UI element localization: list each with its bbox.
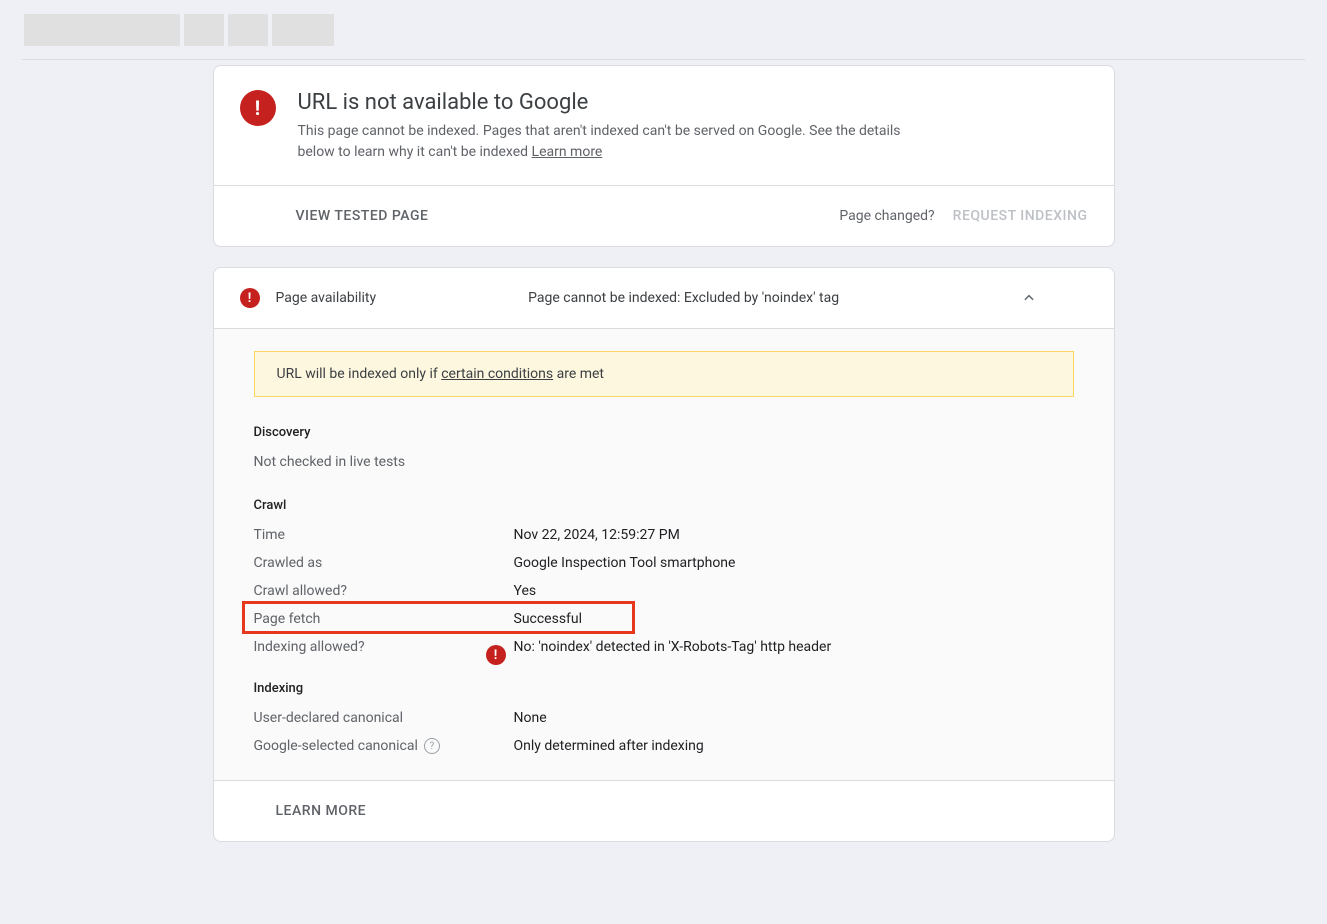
page-availability-label: Page availability xyxy=(276,290,377,306)
page-fetch-value: Successful xyxy=(514,611,583,627)
row-google-canonical: Google-selected canonical ? Only determi… xyxy=(254,738,1074,754)
crawled-as-key: Crawled as xyxy=(254,555,514,571)
time-value: Nov 22, 2024, 12:59:27 PM xyxy=(514,527,680,543)
certain-conditions-link[interactable]: certain conditions xyxy=(441,366,553,382)
top-placeholder xyxy=(24,14,1327,46)
banner-prefix: URL will be indexed only if xyxy=(277,366,442,382)
google-canonical-key: Google-selected canonical ? xyxy=(254,738,514,754)
crawled-as-value: Google Inspection Tool smartphone xyxy=(514,555,736,571)
user-canonical-key: User-declared canonical xyxy=(254,710,514,726)
top-divider xyxy=(22,59,1305,60)
help-icon[interactable]: ? xyxy=(424,738,440,754)
status-card: ! URL is not available to Google This pa… xyxy=(213,65,1115,247)
status-description: This page cannot be indexed. Pages that … xyxy=(298,121,918,163)
page-availability-value: Page cannot be indexed: Excluded by 'noi… xyxy=(528,290,839,306)
crawl-allowed-key: Crawl allowed? xyxy=(254,583,514,599)
view-tested-page-button[interactable]: VIEW TESTED PAGE xyxy=(296,208,429,224)
status-title: URL is not available to Google xyxy=(298,90,918,115)
page-fetch-key: Page fetch xyxy=(254,611,514,627)
row-indexing-allowed: Indexing allowed? ! No: 'noindex' detect… xyxy=(254,639,1074,655)
row-user-canonical: User-declared canonical None xyxy=(254,710,1074,726)
google-canonical-key-text: Google-selected canonical xyxy=(254,738,418,754)
indexing-allowed-value: No: 'noindex' detected in 'X-Robots-Tag'… xyxy=(514,639,832,655)
chevron-up-icon[interactable] xyxy=(1019,288,1039,308)
page-availability-footer: LEARN MORE xyxy=(214,780,1114,841)
page-availability-card: ! Page availability Page cannot be index… xyxy=(213,267,1115,842)
row-time: Time Nov 22, 2024, 12:59:27 PM xyxy=(254,527,1074,543)
time-key: Time xyxy=(254,527,514,543)
learn-more-button[interactable]: LEARN MORE xyxy=(276,803,367,819)
user-canonical-value: None xyxy=(514,710,547,726)
request-indexing-button: REQUEST INDEXING xyxy=(953,208,1088,224)
discovery-section: Discovery Not checked in live tests xyxy=(254,425,1074,470)
error-icon: ! xyxy=(240,90,276,126)
row-crawled-as: Crawled as Google Inspection Tool smartp… xyxy=(254,555,1074,571)
crawl-allowed-value: Yes xyxy=(514,583,537,599)
crawl-title: Crawl xyxy=(254,498,1074,513)
google-canonical-value: Only determined after indexing xyxy=(514,738,704,754)
indexing-title: Indexing xyxy=(254,681,1074,696)
status-card-actions: VIEW TESTED PAGE Page changed? REQUEST I… xyxy=(214,185,1114,246)
indexing-allowed-key: Indexing allowed? xyxy=(254,639,514,655)
row-page-fetch: Page fetch Successful xyxy=(254,611,1074,627)
page-availability-header[interactable]: ! Page availability Page cannot be index… xyxy=(214,268,1114,328)
error-icon: ! xyxy=(240,288,260,308)
banner-suffix: are met xyxy=(553,366,604,382)
learn-more-link[interactable]: Learn more xyxy=(532,144,603,160)
error-icon: ! xyxy=(486,645,506,665)
page-changed-label: Page changed? xyxy=(839,208,934,224)
conditions-banner: URL will be indexed only if certain cond… xyxy=(254,351,1074,397)
status-card-header: ! URL is not available to Google This pa… xyxy=(214,66,1114,185)
page-availability-body: URL will be indexed only if certain cond… xyxy=(214,328,1114,780)
discovery-text: Not checked in live tests xyxy=(254,454,1074,470)
indexing-section: Indexing User-declared canonical None Go… xyxy=(254,681,1074,754)
row-crawl-allowed: Crawl allowed? Yes xyxy=(254,583,1074,599)
crawl-section: Crawl Time Nov 22, 2024, 12:59:27 PM Cra… xyxy=(254,498,1074,655)
discovery-title: Discovery xyxy=(254,425,1074,440)
